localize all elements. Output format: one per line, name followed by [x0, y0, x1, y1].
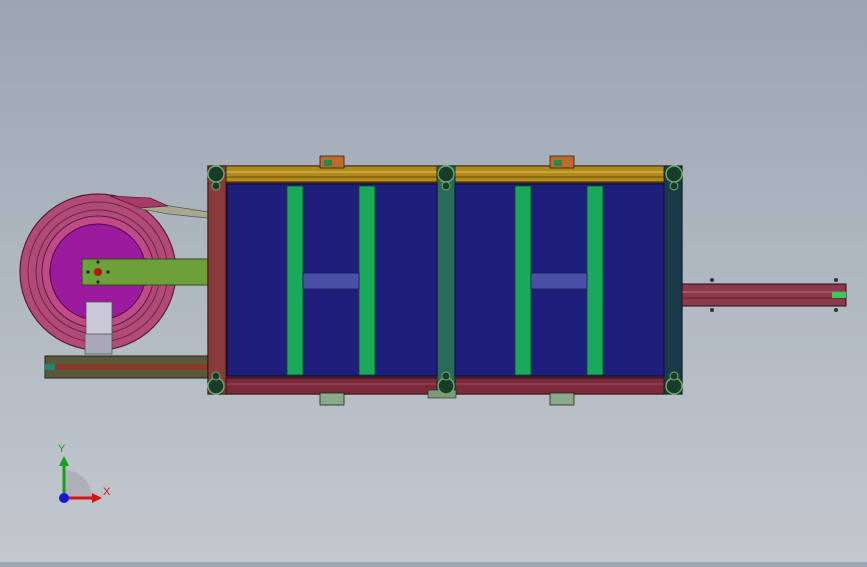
reel-mount-arm[interactable] — [81, 258, 209, 286]
left-base-rail[interactable] — [44, 355, 211, 379]
cad-model-view[interactable] — [0, 0, 867, 562]
triad-y-label: Y — [58, 443, 66, 455]
coordinate-triad-icon — [59, 456, 102, 503]
left-conveyor-panel[interactable] — [226, 183, 438, 377]
triad-x-label: X — [103, 486, 111, 498]
reel-motor[interactable] — [84, 301, 113, 355]
right-conveyor-panel[interactable] — [454, 183, 665, 377]
output-shaft[interactable] — [681, 278, 847, 312]
cad-graphics-viewport[interactable]: Y X — [0, 0, 867, 562]
